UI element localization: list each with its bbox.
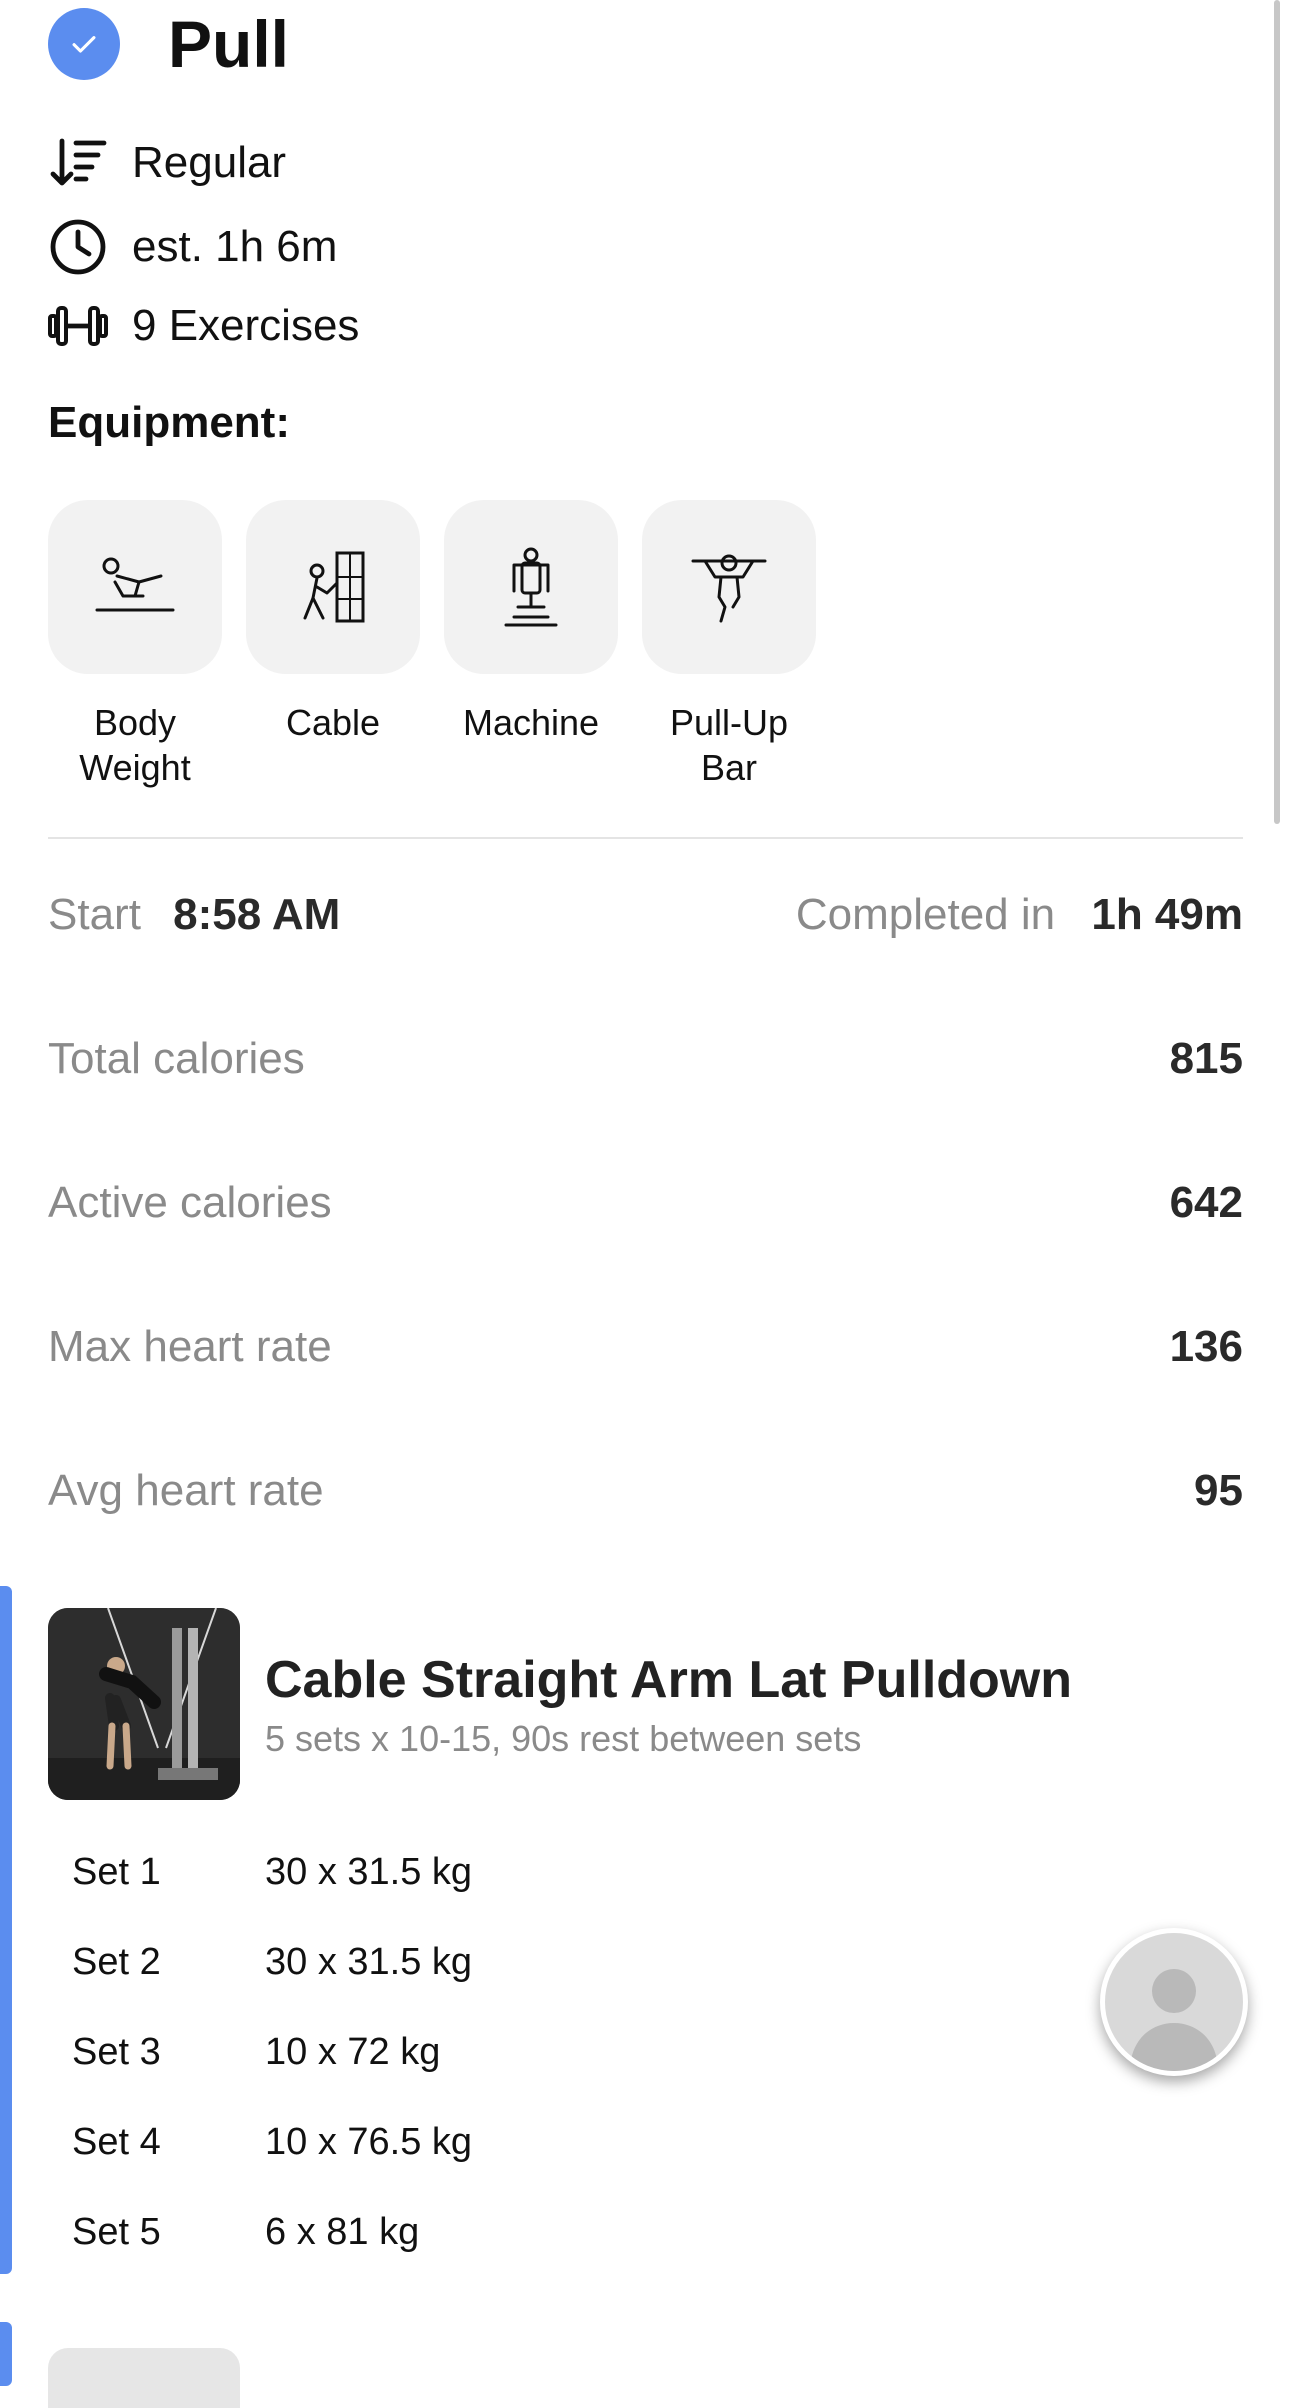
set-row: Set 1 30 x 31.5 kg	[72, 1842, 472, 1902]
set-label: Set 4	[72, 2120, 161, 2163]
stat-value: 815	[1169, 1034, 1243, 1083]
start-label: Start	[48, 890, 141, 939]
set-value: 30 x 31.5 kg	[265, 1850, 473, 1893]
start-time: 8:58 AM	[173, 890, 341, 939]
body-weight-icon	[48, 500, 222, 674]
exercise-count-row: 9 Exercises	[48, 294, 359, 358]
exercise-name[interactable]: Cable Straight Arm Lat Pulldown	[265, 1650, 1072, 1710]
workout-type: Regular	[132, 138, 287, 187]
completed-check-icon	[48, 8, 120, 80]
estimate-row: est. 1h 6m	[48, 215, 337, 279]
set-label: Set 3	[72, 2030, 161, 2073]
set-row: Set 2 30 x 31.5 kg	[72, 1932, 472, 1992]
exercise-accent-bar	[0, 1586, 12, 2274]
equipment-item-pull-up-bar[interactable]: Pull-Up Bar	[642, 500, 816, 790]
set-label: Set 5	[72, 2210, 161, 2253]
stat-label: Avg heart rate	[48, 1466, 324, 1515]
set-row: Set 5 6 x 81 kg	[72, 2202, 419, 2262]
set-row: Set 3 10 x 72 kg	[72, 2022, 440, 2082]
stat-row-active-calories: Active calories 642	[48, 1168, 1243, 1238]
equipment-label: Body Weight	[79, 702, 191, 788]
avatar-button[interactable]	[1100, 1928, 1248, 2076]
next-exercise-accent-bar	[0, 2322, 12, 2386]
equipment-list: Body Weight Cable Machine Pull-Up Bar	[48, 500, 840, 790]
set-value: 10 x 72 kg	[265, 2030, 441, 2073]
set-value: 10 x 76.5 kg	[265, 2120, 473, 2163]
equipment-item-body-weight[interactable]: Body Weight	[48, 500, 222, 790]
stat-label: Active calories	[48, 1178, 332, 1227]
set-label: Set 2	[72, 1940, 161, 1983]
equipment-label: Machine	[462, 702, 600, 743]
set-label: Set 1	[72, 1850, 161, 1893]
divider	[48, 837, 1243, 839]
completed-label: Completed in	[795, 890, 1056, 939]
workout-type-row: Regular	[48, 131, 286, 195]
dumbbell-icon	[48, 296, 108, 356]
pull-up-bar-icon	[642, 500, 816, 674]
exercise-count: 9 Exercises	[132, 301, 360, 350]
workout-header: Pull	[48, 7, 290, 81]
set-row: Set 4 10 x 76.5 kg	[72, 2112, 472, 2172]
cable-icon	[246, 500, 420, 674]
equipment-label: Pull-Up Bar	[669, 702, 789, 788]
set-value: 6 x 81 kg	[265, 2210, 420, 2253]
stat-row-total-calories: Total calories 815	[48, 1024, 1243, 1094]
equipment-item-cable[interactable]: Cable	[246, 500, 420, 790]
equipment-item-machine[interactable]: Machine	[444, 500, 618, 790]
equipment-label: Cable	[285, 702, 381, 743]
stat-value: 95	[1194, 1466, 1243, 1515]
stat-label: Max heart rate	[48, 1322, 332, 1371]
equipment-heading: Equipment:	[48, 398, 290, 447]
exercise-thumbnail[interactable]	[48, 1608, 240, 1800]
user-silhouette-icon	[1130, 1969, 1218, 2071]
stat-row-max-heart-rate: Max heart rate 136	[48, 1312, 1243, 1382]
stat-value: 642	[1169, 1178, 1243, 1227]
stat-label: Total calories	[48, 1034, 305, 1083]
workout-title: Pull	[168, 7, 290, 81]
workout-estimate: est. 1h 6m	[132, 222, 338, 271]
exercise-prescription: 5 sets x 10-15, 90s rest between sets	[265, 1718, 862, 1759]
sort-descending-icon	[48, 133, 108, 193]
stat-value: 136	[1169, 1322, 1243, 1371]
set-value: 30 x 31.5 kg	[265, 1940, 473, 1983]
clock-icon	[48, 217, 108, 277]
machine-icon	[444, 500, 618, 674]
session-time-row: Start 8:58 AM Completed in 1h 49m	[48, 880, 1243, 950]
stat-row-avg-heart-rate: Avg heart rate 95	[48, 1456, 1243, 1526]
completed-duration: 1h 49m	[1091, 890, 1243, 939]
next-exercise-thumbnail[interactable]	[48, 2348, 240, 2408]
scrollbar[interactable]	[1274, 0, 1280, 824]
